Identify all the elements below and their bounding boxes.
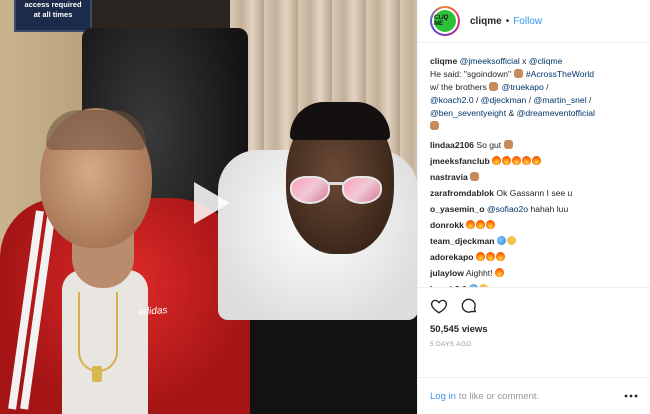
comments-list[interactable]: cliqme @jmeeksofficial x @cliqme He said…: [418, 43, 650, 287]
heart-icon: [430, 299, 448, 314]
mention-link[interactable]: @martin_snel: [533, 95, 586, 105]
cliqme-logo: CLIQ ME: [434, 10, 456, 32]
like-button[interactable]: [430, 297, 448, 315]
fire-emoji: [476, 220, 486, 229]
more-options-icon: [624, 394, 638, 398]
sunglasses-lens-right: [342, 176, 382, 204]
wall-sign: access required at all times: [14, 0, 92, 32]
person-left-hair: [46, 110, 146, 150]
hands-emoji: [470, 172, 480, 181]
login-footer: Log in to like or comment.: [418, 377, 650, 414]
hashtag-link[interactable]: #AcrossTheWorld: [526, 69, 594, 79]
fire-emoji: [512, 156, 522, 165]
mention-link[interactable]: @cliqme: [529, 56, 563, 66]
fire-emoji: [486, 220, 496, 229]
mention-link[interactable]: @sofiao2o: [487, 204, 528, 214]
post-caption: cliqme @jmeeksofficial x @cliqme He said…: [430, 55, 638, 133]
mention-link[interactable]: @dreameventofficial: [517, 108, 595, 118]
gold-emoji: [506, 236, 516, 245]
comment-username[interactable]: julaylow: [430, 268, 464, 278]
sunglasses-lens-left: [290, 176, 330, 204]
necklace: [78, 292, 118, 372]
comment-icon: [461, 298, 477, 313]
fire-emoji: [495, 252, 505, 261]
separator-dot: •: [505, 15, 510, 27]
comment-username[interactable]: adorekapo: [430, 252, 473, 262]
author-username[interactable]: cliqme: [470, 16, 502, 27]
comment-row: adorekapo: [430, 251, 638, 264]
jacket-logo: adidas: [137, 304, 168, 319]
comment-username[interactable]: zarafromdablok: [430, 188, 494, 198]
post-details-panel: CLIQ ME cliqme • Follow cliqme @jmeeksof…: [417, 0, 650, 414]
mention-link[interactable]: @ben_seventyeight: [430, 108, 506, 118]
play-icon: [194, 182, 230, 224]
mention-link[interactable]: @djeckman: [481, 95, 527, 105]
comment-text: Aighht!: [465, 268, 493, 278]
fire-emoji: [492, 156, 502, 165]
fire-emoji: [522, 156, 532, 165]
caption-text: w/ the brothers: [430, 82, 490, 92]
hands-emoji: [503, 140, 513, 149]
fire-emoji: [494, 268, 504, 277]
more-options-button[interactable]: [624, 394, 638, 398]
comment-text: So gut: [476, 140, 502, 150]
comment-username[interactable]: nastravia: [430, 172, 468, 182]
login-link[interactable]: Log in: [430, 391, 456, 402]
comment-text: hahah luu: [528, 204, 569, 214]
separator: /: [586, 95, 592, 105]
action-icons: [430, 296, 638, 316]
separator: /: [543, 82, 549, 92]
sign-line-2: at all times: [33, 10, 73, 19]
avatar[interactable]: CLIQ ME: [430, 6, 460, 36]
post-header: CLIQ ME cliqme • Follow: [418, 0, 650, 43]
play-button[interactable]: [184, 178, 234, 228]
comment-row: nastravia: [430, 171, 638, 184]
praying-hands-emoji: [430, 121, 439, 130]
comment-text: Ok Gassann I see u: [496, 188, 573, 198]
comment-row: donrokk: [430, 219, 638, 232]
caption-text: x: [519, 56, 529, 66]
sunglasses-bridge: [328, 182, 344, 185]
person-right-hair: [290, 102, 390, 140]
video-player[interactable]: access required at all times adidas: [0, 0, 417, 414]
fire-emoji: [466, 220, 476, 229]
mention-link[interactable]: @koach2.0: [430, 95, 474, 105]
praying-hands-emoji: [513, 69, 523, 78]
comment-rows: lindaa2106 So gut jmeeksfanclub nastravi…: [430, 139, 638, 287]
mention-link[interactable]: @jmeeksofficial: [460, 56, 520, 66]
mention-link[interactable]: @truekapo: [502, 82, 544, 92]
fire-emoji: [502, 156, 512, 165]
separator: &: [506, 108, 517, 118]
instagram-post: access required at all times adidas CLIQ…: [0, 0, 650, 414]
fire-emoji: [475, 252, 485, 261]
comment-row: jmeeksfanclub: [430, 155, 638, 168]
comment-row: julaylow Aighht!: [430, 267, 638, 280]
fire-emoji: [485, 252, 495, 261]
comment-username[interactable]: o_yasemin_o: [430, 204, 484, 214]
pendant: [92, 366, 102, 382]
follow-button[interactable]: Follow: [513, 16, 542, 27]
view-count: 50,545 views: [430, 324, 488, 335]
globe-emoji: [496, 236, 506, 245]
comment-username[interactable]: jmeeksfanclub: [430, 156, 490, 166]
comment-button[interactable]: [460, 297, 478, 315]
comment-row: o_yasemin_o @sofiao2o hahah luu: [430, 203, 638, 216]
comment-row: zarafromdablok Ok Gassann I see u: [430, 187, 638, 200]
flex-emoji: [489, 82, 499, 91]
comment-username[interactable]: lindaa2106: [430, 140, 474, 150]
comment-username[interactable]: donrokk: [430, 220, 464, 230]
fire-emoji: [532, 156, 542, 165]
post-timestamp[interactable]: 5 DAYS AGO: [430, 341, 638, 348]
comment-row: team_djeckman: [430, 235, 638, 248]
caption-text: He said: "sgoindown": [430, 69, 514, 79]
sign-line-1: access required: [24, 0, 82, 9]
comment-username[interactable]: team_djeckman: [430, 236, 495, 246]
post-actions: 50,545 views 5 DAYS AGO: [418, 287, 650, 377]
separator: /: [473, 95, 481, 105]
login-prompt-text: to like or comment.: [458, 390, 540, 402]
comment-row: lindaa2106 So gut: [430, 139, 638, 152]
caption-username[interactable]: cliqme: [430, 56, 457, 66]
